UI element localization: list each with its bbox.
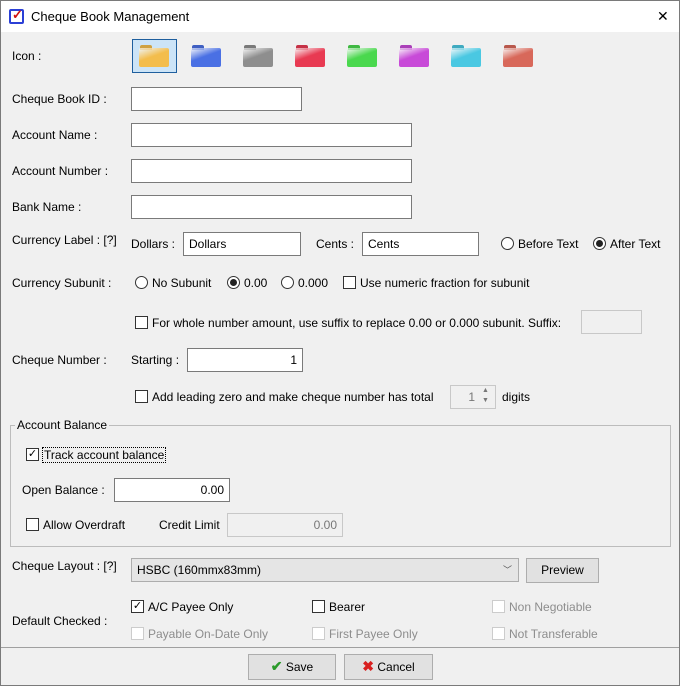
- after-text-radio[interactable]: [593, 237, 606, 250]
- chevron-down-icon: ﹀: [502, 565, 512, 575]
- suffix-option-label[interactable]: For whole number amount, use suffix to r…: [152, 316, 561, 330]
- bank-name-input[interactable]: [131, 195, 412, 219]
- suffix-input[interactable]: [581, 310, 642, 334]
- folder-icon-option[interactable]: [191, 45, 221, 67]
- subunit-three-radio[interactable]: [281, 276, 294, 289]
- folder-icon-option[interactable]: [503, 45, 533, 67]
- default-option-checkbox[interactable]: ✓: [131, 600, 144, 613]
- digits-spinner[interactable]: 1: [450, 385, 496, 409]
- numeric-fraction-checkbox[interactable]: [343, 276, 356, 289]
- cents-input[interactable]: Cents: [362, 232, 479, 256]
- folder-icon-option[interactable]: [295, 45, 325, 67]
- checkmark-icon: ✔: [270, 658, 283, 674]
- title-bar: ✓ Cheque Book Management ✕: [1, 1, 679, 32]
- account-number-label: Account Number :: [12, 164, 109, 178]
- cheque-book-id-input[interactable]: [131, 87, 302, 111]
- folder-icon-option[interactable]: [139, 45, 169, 67]
- before-text-radio[interactable]: [501, 237, 514, 250]
- default-option-checkbox[interactable]: [131, 627, 144, 640]
- open-balance-input[interactable]: 0.00: [114, 478, 230, 502]
- account-name-input[interactable]: [131, 123, 412, 147]
- track-balance-checkbox[interactable]: ✓: [26, 448, 39, 461]
- cheque-layout-label: Cheque Layout : [?]: [12, 559, 117, 573]
- default-option-checkbox[interactable]: [312, 627, 325, 640]
- default-option-checkbox[interactable]: [492, 600, 505, 613]
- subunit-three-label[interactable]: 0.000: [298, 276, 328, 290]
- currency-label-label: Currency Label : [?]: [12, 233, 117, 247]
- default-option-checkbox[interactable]: [492, 627, 505, 640]
- subunit-two-radio[interactable]: [227, 276, 240, 289]
- default-option-checkbox[interactable]: [312, 600, 325, 613]
- spinner-arrows-icon[interactable]: ▲ ▼: [482, 386, 489, 406]
- dialog-window: ✓ Cheque Book Management ✕ Icon : Cheque…: [0, 0, 680, 686]
- starting-label: Starting :: [131, 353, 180, 367]
- no-subunit-radio[interactable]: [135, 276, 148, 289]
- footer-separator: [1, 647, 679, 648]
- icon-label: Icon :: [12, 49, 42, 63]
- default-option-label[interactable]: Non Negotiable: [509, 600, 592, 614]
- save-button[interactable]: ✔ Save: [248, 654, 336, 680]
- app-icon: ✓: [9, 7, 24, 24]
- folder-icon-option[interactable]: [347, 45, 377, 67]
- default-option-label[interactable]: Payable On-Date Only: [148, 627, 268, 641]
- suffix-checkbox[interactable]: [135, 316, 148, 329]
- before-text-label[interactable]: Before Text: [518, 237, 578, 251]
- dollars-label: Dollars :: [131, 237, 176, 251]
- subunit-two-label[interactable]: 0.00: [244, 276, 267, 290]
- leading-zero-checkbox[interactable]: [135, 390, 148, 403]
- cents-label: Cents :: [316, 237, 355, 251]
- window-title: Cheque Book Management: [31, 9, 190, 24]
- credit-limit-label: Credit Limit: [159, 518, 220, 532]
- default-option-label[interactable]: Not Transferable: [509, 627, 598, 641]
- cancel-button[interactable]: ✖ Cancel: [344, 654, 433, 680]
- red-x-icon: ✖: [362, 658, 375, 674]
- bank-name-label: Bank Name :: [12, 200, 82, 214]
- folder-icon-option[interactable]: [451, 45, 481, 67]
- allow-overdraft-label[interactable]: Allow Overdraft: [43, 518, 125, 532]
- after-text-label[interactable]: After Text: [610, 237, 660, 251]
- account-number-input[interactable]: [131, 159, 412, 183]
- cheque-number-label: Cheque Number :: [12, 353, 107, 367]
- allow-overdraft-checkbox[interactable]: [26, 518, 39, 531]
- default-checked-label: Default Checked :: [12, 614, 108, 628]
- track-balance-label[interactable]: Track account balance: [42, 447, 167, 463]
- account-balance-legend: Account Balance: [15, 418, 110, 432]
- credit-limit-input[interactable]: 0.00: [227, 513, 343, 537]
- cheque-layout-select[interactable]: HSBC (160mmx83mm) ﹀: [131, 558, 519, 582]
- folder-icon-option[interactable]: [399, 45, 429, 67]
- cheque-book-id-label: Cheque Book ID :: [12, 92, 107, 106]
- starting-input[interactable]: 1: [187, 348, 303, 372]
- cheque-layout-value: HSBC (160mmx83mm): [137, 563, 262, 577]
- folder-icon-option[interactable]: [243, 45, 273, 67]
- account-name-label: Account Name :: [12, 128, 98, 142]
- default-option-label[interactable]: First Payee Only: [329, 627, 418, 641]
- preview-button[interactable]: Preview: [526, 558, 599, 583]
- digits-label: digits: [502, 390, 531, 404]
- no-subunit-label[interactable]: No Subunit: [152, 276, 211, 290]
- open-balance-label: Open Balance :: [22, 483, 105, 497]
- leading-zero-label[interactable]: Add leading zero and make cheque number …: [152, 390, 434, 404]
- close-button[interactable]: ✕: [657, 9, 669, 23]
- cancel-label: Cancel: [377, 660, 415, 674]
- dollars-input[interactable]: Dollars: [183, 232, 301, 256]
- default-option-label[interactable]: A/C Payee Only: [148, 600, 233, 614]
- currency-subunit-label: Currency Subunit :: [12, 276, 112, 290]
- numeric-fraction-label[interactable]: Use numeric fraction for subunit: [360, 276, 529, 290]
- save-label: Save: [285, 660, 314, 674]
- default-option-label[interactable]: Bearer: [329, 600, 365, 614]
